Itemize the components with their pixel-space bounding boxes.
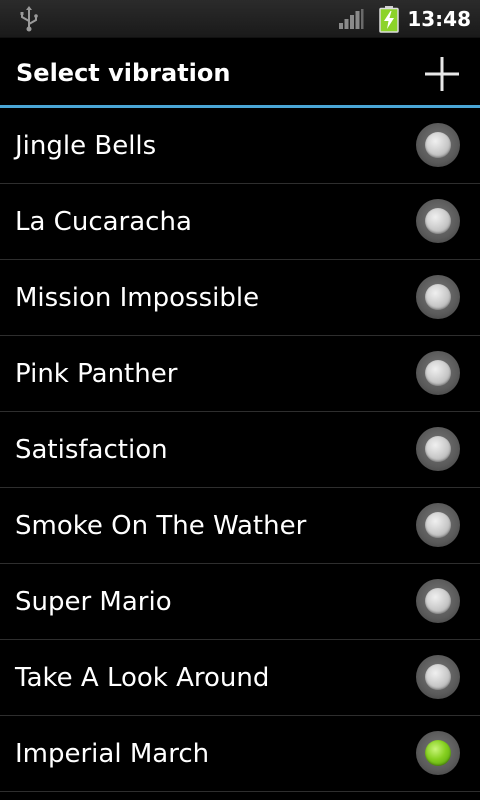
- page-title: Select vibration: [16, 59, 231, 87]
- list-item-label: La Cucaracha: [15, 207, 192, 237]
- radio-dot: [425, 588, 451, 614]
- radio-dot: [425, 512, 451, 538]
- radio-dot: [425, 740, 451, 766]
- list-item-label: Take A Look Around: [15, 663, 270, 693]
- add-button[interactable]: [422, 54, 462, 94]
- list-item[interactable]: Super Mario: [0, 564, 480, 640]
- radio-button[interactable]: [416, 427, 460, 471]
- status-bar: 13:48: [0, 0, 480, 38]
- list-item-label: Jingle Bells: [15, 131, 157, 161]
- list-item[interactable]: Pink Panther: [0, 336, 480, 412]
- radio-button-selected[interactable]: [416, 731, 460, 775]
- plus-icon: [425, 57, 459, 91]
- radio-dot: [425, 132, 451, 158]
- radio-button[interactable]: [416, 579, 460, 623]
- list-item-label: Super Mario: [15, 587, 172, 617]
- list-item-label: Imperial March: [15, 739, 210, 769]
- signal-icon: [339, 9, 364, 29]
- usb-icon: [20, 6, 38, 32]
- list-item[interactable]: Mission Impossible: [0, 260, 480, 336]
- radio-button[interactable]: [416, 503, 460, 547]
- list-item-label: Smoke On The Wather: [15, 511, 307, 541]
- radio-dot: [425, 284, 451, 310]
- radio-button[interactable]: [416, 199, 460, 243]
- list-item[interactable]: Smoke On The Wather: [0, 488, 480, 564]
- radio-dot: [425, 436, 451, 462]
- list-item-label: Pink Panther: [15, 359, 178, 389]
- list-item-label: Satisfaction: [15, 435, 168, 465]
- radio-button[interactable]: [416, 351, 460, 395]
- list-item[interactable]: Jingle Bells: [0, 108, 480, 184]
- title-bar: Select vibration: [0, 38, 480, 107]
- list-item[interactable]: La Cucaracha: [0, 184, 480, 260]
- list-item[interactable]: Imperial March: [0, 716, 480, 792]
- radio-dot: [425, 208, 451, 234]
- list-item[interactable]: Take A Look Around: [0, 640, 480, 716]
- radio-button[interactable]: [416, 123, 460, 167]
- radio-button[interactable]: [416, 655, 460, 699]
- list-item-label: Mission Impossible: [15, 283, 260, 313]
- status-clock: 13:48: [407, 7, 471, 31]
- radio-dot: [425, 664, 451, 690]
- list-item[interactable]: Satisfaction: [0, 412, 480, 488]
- battery-charging-icon: [379, 6, 399, 33]
- vibration-list: Jingle Bells La Cucaracha Mission Imposs…: [0, 108, 480, 792]
- radio-dot: [425, 360, 451, 386]
- radio-button[interactable]: [416, 275, 460, 319]
